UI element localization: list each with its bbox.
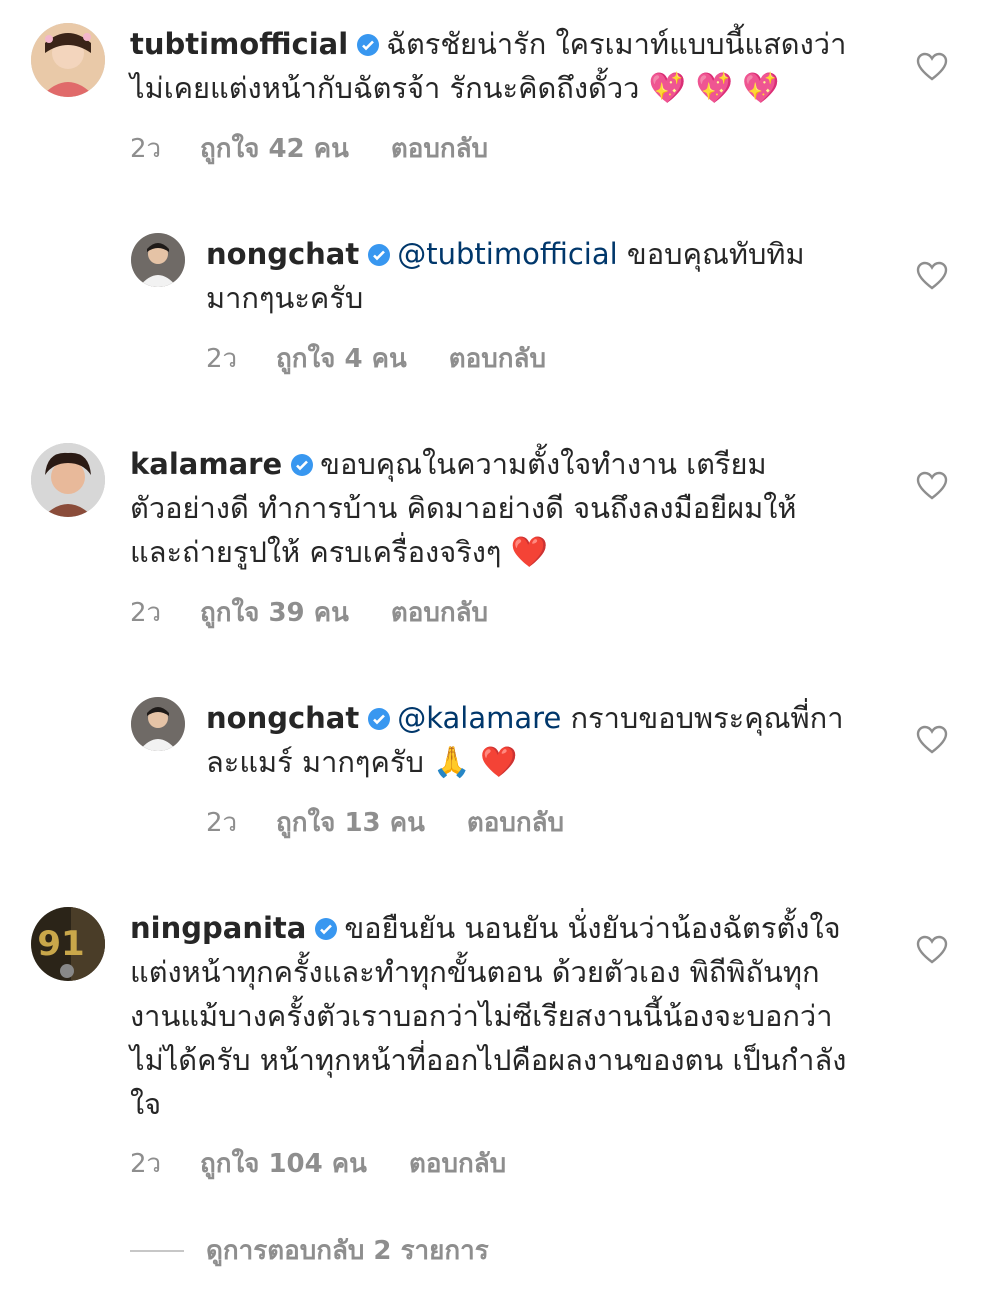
comment-text: tubtimofficial ฉัตรชัยน่ารัก ใครเมาท์แบบน… [130,22,870,111]
mention-link[interactable]: @tubtimofficial [397,237,617,271]
avatar-badge-text: 91 [37,924,84,964]
prayer-heart-emoji: 🙏 ❤️ [433,745,518,780]
reply-button[interactable]: ตอบกลับ [467,802,564,843]
avatar[interactable] [31,23,105,97]
verified-badge-icon [357,34,380,56]
verified-badge-icon [291,454,314,476]
reply-button[interactable]: ตอบกลับ [449,338,546,379]
timestamp: 2ว [130,598,162,628]
mention-link[interactable]: @kalamare [397,701,561,735]
heart-icon[interactable] [916,52,948,82]
timestamp: 2ว [206,808,238,838]
comment-text: ningpanita ขอยืนยัน นอนยัน นั่งยันว่าน้อง… [130,906,865,1126]
verified-badge-icon [315,918,338,940]
reply-button[interactable]: ตอบกลับ [391,128,488,169]
likes-count[interactable]: ถูกใจ 13 คน [276,802,425,843]
verified-badge-icon [368,708,391,730]
view-replies-button[interactable]: ดูการตอบกลับ 2 รายการ [130,1230,489,1271]
comment-meta: 2ว ถูกใจ 42 คน ตอบกลับ [130,128,488,169]
username[interactable]: nongchat [206,237,359,271]
view-replies-label: ดูการตอบกลับ 2 รายการ [206,1236,489,1266]
divider [130,1249,184,1252]
comment-text: nongchat @tubtimofficial ขอบคุณทับทิมมากๆ… [206,232,866,320]
username[interactable]: nongchat [206,701,359,735]
username[interactable]: kalamare [130,447,282,481]
heart-icon[interactable] [916,725,948,755]
heart-icon[interactable] [916,935,948,965]
avatar[interactable]: 91 [31,907,105,981]
reply-button[interactable]: ตอบกลับ [409,1143,506,1184]
likes-count[interactable]: ถูกใจ 4 คน [276,338,407,379]
comment-meta: 2ว ถูกใจ 104 คน ตอบกลับ [130,1143,506,1184]
avatar[interactable] [31,443,105,517]
comment-meta: 2ว ถูกใจ 4 คน ตอบกลับ [206,338,546,379]
username[interactable]: ningpanita [130,911,306,945]
timestamp: 2ว [130,134,162,164]
comment-meta: 2ว ถูกใจ 39 คน ตอบกลับ [130,592,488,633]
verified-badge-icon [368,244,391,266]
heart-icon[interactable] [916,261,948,291]
reply-button[interactable]: ตอบกลับ [391,592,488,633]
likes-count[interactable]: ถูกใจ 42 คน [200,128,349,169]
red-heart-emoji: ❤️ [510,535,549,570]
likes-count[interactable]: ถูกใจ 39 คน [200,592,349,633]
comment-text: kalamare ขอบคุณในความตั้งใจทำงาน เตรียมตั… [130,442,850,575]
heart-icon[interactable] [916,471,948,501]
sparkling-heart-emoji: 💖 💖 💖 [648,71,780,106]
avatar[interactable] [131,697,185,751]
timestamp: 2ว [206,344,238,374]
likes-count[interactable]: ถูกใจ 104 คน [200,1143,367,1184]
comment-text: nongchat @kalamare กราบขอบพระคุณพี่กาละแม… [206,696,866,785]
comment-meta: 2ว ถูกใจ 13 คน ตอบกลับ [206,802,564,843]
timestamp: 2ว [130,1149,162,1179]
avatar[interactable] [131,233,185,287]
username[interactable]: tubtimofficial [130,27,348,61]
